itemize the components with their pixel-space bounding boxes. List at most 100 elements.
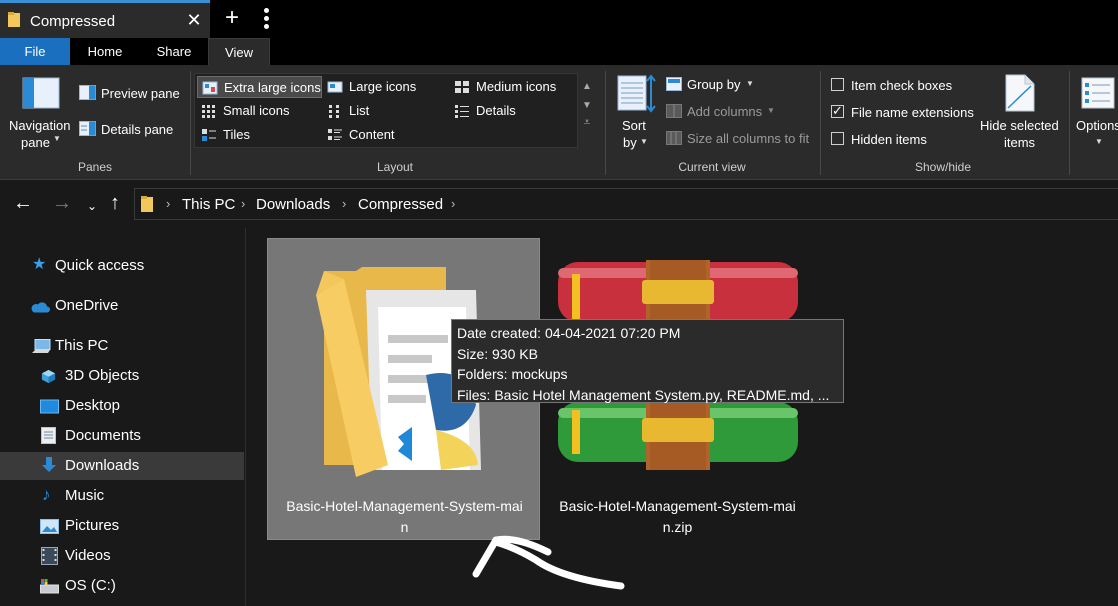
breadcrumb-chevron-icon[interactable]: › [241,196,245,211]
ribbon: Navigation pane ▼ Preview pane Details p… [0,65,1118,180]
layout-content[interactable]: Content [323,124,395,146]
hide-selected-label-1: Hide selected [980,118,1059,133]
sidebar-item-quick-access[interactable]: ★ Quick access [0,252,244,280]
small-icons-icon [202,105,215,118]
sidebar-item-pictures[interactable]: Pictures [0,512,244,540]
tab-share[interactable]: Share [140,38,208,65]
file-name-line-1: Basic-Hotel-Management-System-mai [559,498,796,514]
layout-tiles[interactable]: Tiles [197,124,250,146]
sidebar-item-documents[interactable]: Documents [0,422,244,450]
sidebar-item-os-c[interactable]: OS (C:) [0,572,244,600]
group-label-panes: Panes [77,160,113,174]
recent-locations-icon[interactable]: ⌄ [87,195,97,217]
layout-extra-large-icons[interactable]: Extra large icons [197,76,322,98]
hidden-items-checkbox[interactable] [831,132,844,145]
sidebar-item-label: 3D Objects [65,367,140,384]
forward-arrow-icon[interactable]: → [52,192,72,214]
drive-icon [40,579,59,594]
sidebar-item-label: Documents [65,427,141,444]
layout-details[interactable]: Details [450,100,516,122]
expand-gallery-icon[interactable]: ⩡ [578,115,596,130]
breadcrumb-compressed[interactable]: Compressed [358,196,443,213]
address-bar[interactable]: › This PC › Downloads › Compressed › [134,188,1118,220]
sidebar-item-label: OneDrive [55,297,119,314]
size-all-columns-label: Size all columns to fit [687,131,810,146]
new-tab-button[interactable]: + [221,4,243,32]
layout-list[interactable]: List [323,100,369,122]
hidden-items-label: Hidden items [851,132,927,147]
list-icon [329,105,339,118]
tab-view[interactable]: View [208,38,270,65]
layout-content-label: Content [349,127,395,142]
file-view: Basic-Hotel-Management-System-mai n Basi… [246,228,1118,606]
sidebar-item-label: Downloads [65,457,140,474]
group-label-layout: Layout [376,160,414,174]
layout-medium-icons[interactable]: Medium icons [450,76,556,98]
tab-home[interactable]: Home [70,38,140,65]
layout-gallery-scroll[interactable]: ▲ ▼ ⩡ [578,73,596,148]
details-icon [455,105,469,118]
extra-large-icons-icon [202,81,218,95]
tooltip-folders: Folders: mockups [457,366,568,382]
sidebar-item-music[interactable]: ♪ Music [0,482,244,510]
chevron-down-icon: ▼ [746,79,754,88]
sort-label-1: Sort [622,118,646,133]
group-by-icon [666,77,682,91]
close-tab-icon[interactable]: ✕ [185,10,203,31]
layout-gallery: Extra large icons Large icons Medium ico… [194,73,578,148]
ribbon-tabs: File Home Share View [0,38,1118,65]
details-pane-label: Details pane [101,122,174,137]
navigation-pane-label-2: pane [21,135,50,150]
sidebar-item-label: Quick access [55,257,145,274]
sidebar-item-downloads[interactable]: Downloads [0,452,244,480]
navigation-pane: ★ Quick access OneDrive This PC 3D Objec… [0,228,246,606]
layout-small-icons[interactable]: Small icons [197,100,289,122]
group-label-show-hide: Show/hide [914,160,972,174]
sort-icon [617,74,656,113]
layout-extra-large-icons-label: Extra large icons [224,80,321,95]
layout-list-label: List [349,103,370,118]
sidebar-item-3d-objects[interactable]: 3D Objects [0,362,244,390]
ribbon-separator [605,71,606,175]
file-name-extensions-checkbox[interactable] [831,103,844,119]
size-columns-icon [666,131,682,145]
up-arrow-icon[interactable]: ↑ [110,192,120,214]
sidebar-item-label: Music [65,487,105,504]
sort-label-2: by [623,135,637,150]
hide-selected-icon [1005,74,1035,112]
item-check-boxes-checkbox[interactable] [831,78,844,91]
sidebar-item-label: Videos [65,547,111,564]
layout-details-label: Details [476,103,516,118]
layout-large-icons[interactable]: Large icons [323,76,416,98]
more-options-icon[interactable] [262,8,270,30]
sidebar-item-this-pc[interactable]: This PC [0,332,244,360]
layout-medium-icons-label: Medium icons [476,79,557,94]
sidebar-item-onedrive[interactable]: OneDrive [0,292,244,320]
scroll-down-icon[interactable]: ▼ [578,100,596,111]
videos-icon [41,547,58,565]
tooltip-size: Size: 930 KB [457,345,538,362]
details-pane-icon [79,121,96,136]
back-arrow-icon[interactable]: ← [13,192,33,214]
file-info-tooltip: Date created: 04-04-2021 07:20 PM Size: … [451,319,844,403]
content-icon [328,129,342,140]
scroll-up-icon[interactable]: ▲ [578,81,596,92]
preview-pane-label: Preview pane [101,86,180,101]
breadcrumb-chevron-icon[interactable]: › [342,196,346,211]
sidebar-item-desktop[interactable]: Desktop [0,392,244,420]
breadcrumb-chevron-icon[interactable]: › [451,196,455,211]
breadcrumb-chevron-icon[interactable]: › [166,196,170,211]
tab-file[interactable]: File [0,38,70,65]
item-check-boxes-label: Item check boxes [851,78,953,93]
group-by-label: Group by [687,77,741,92]
breadcrumb-this-pc[interactable]: This PC [182,196,235,213]
window-tab[interactable]: Compressed ✕ [0,0,210,38]
title-bar: Compressed ✕ + [0,0,1118,38]
cube-icon [41,369,56,384]
sidebar-item-videos[interactable]: Videos [0,542,244,570]
options-label: Options [1076,118,1118,133]
layout-small-icons-label: Small icons [223,103,290,118]
breadcrumb-downloads[interactable]: Downloads [256,196,330,213]
folder-icon [8,12,20,27]
sidebar-item-label: Pictures [65,517,120,534]
